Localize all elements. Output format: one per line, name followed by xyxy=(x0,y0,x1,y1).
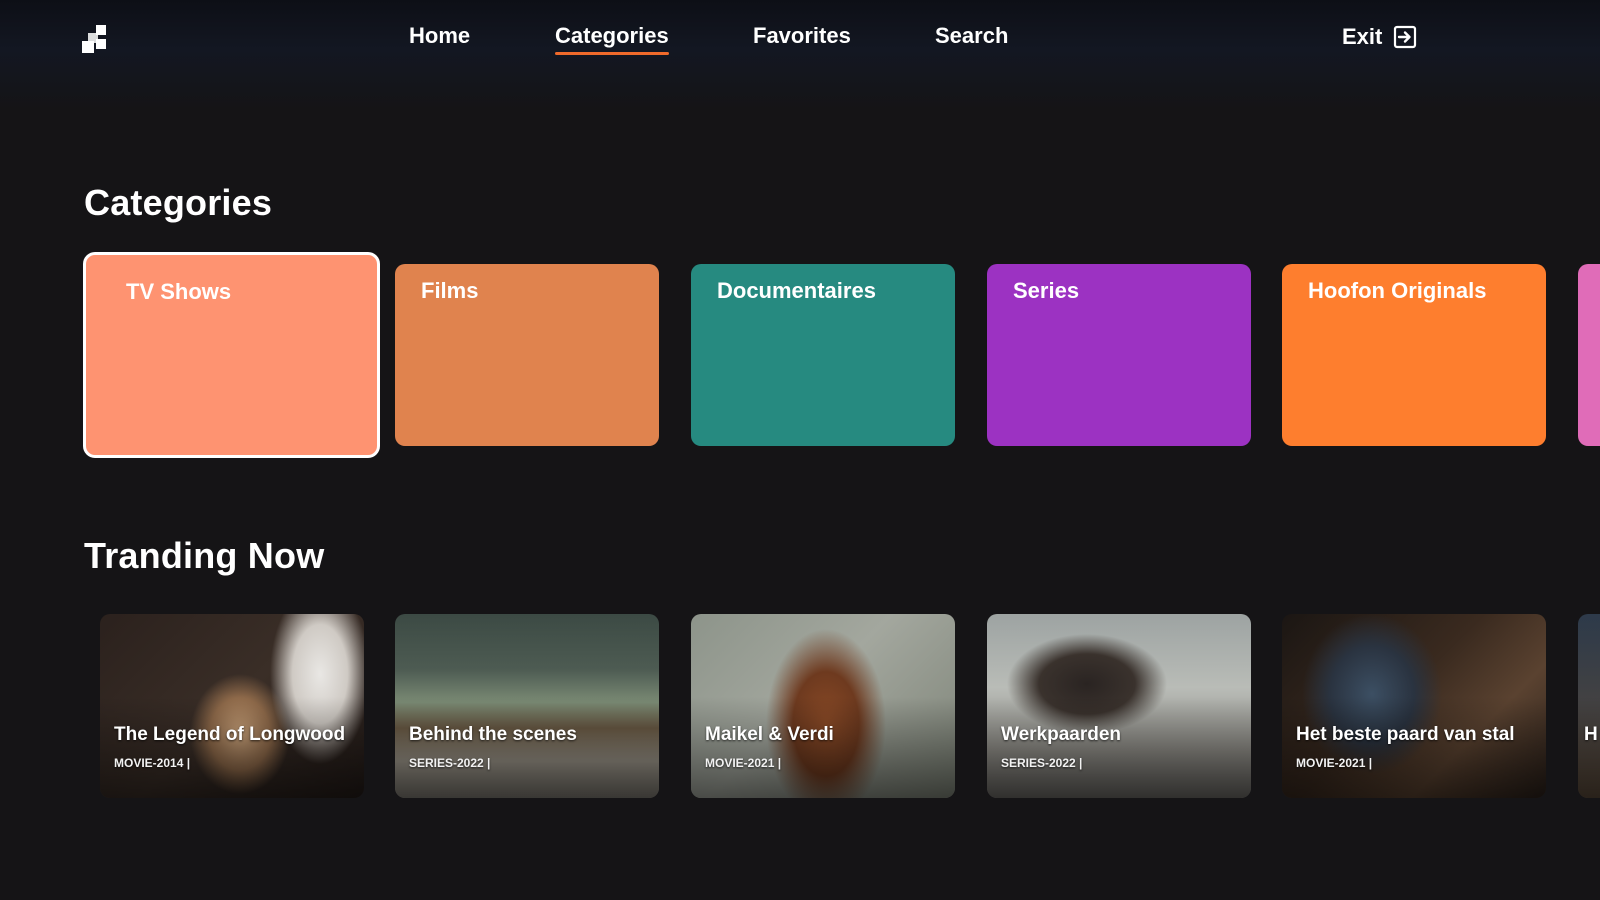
trending-heading: Tranding Now xyxy=(84,535,325,576)
thumbnail-shade xyxy=(1578,614,1600,798)
thumbnail-shade xyxy=(691,614,955,798)
category-card-films[interactable]: Films xyxy=(395,264,659,446)
category-label: TV Shows xyxy=(126,279,232,304)
category-label: Films xyxy=(421,278,479,303)
trending-title: Werkpaarden xyxy=(1001,724,1122,745)
nav-item-favorites[interactable]: Favorites xyxy=(753,22,851,50)
trending-card[interactable]: Het beste paard van stal MOVIE-2021 | xyxy=(1282,614,1546,798)
category-card-documentaires[interactable]: Documentaires xyxy=(691,264,955,446)
category-card-partial[interactable] xyxy=(1578,264,1600,446)
top-navigation-bar: Home Categories Favorites Search Exit xyxy=(0,0,1600,110)
trending-title: H xyxy=(1584,724,1598,745)
category-card-hoofon-originals[interactable]: Hoofon Originals xyxy=(1282,264,1546,446)
category-label: Hoofon Originals xyxy=(1308,278,1487,303)
category-card-tv-shows[interactable]: TV Shows xyxy=(83,252,380,458)
thumbnail-shade xyxy=(987,614,1251,798)
thumbnail-shade xyxy=(395,614,659,798)
category-label: Documentaires xyxy=(717,278,876,303)
exit-button[interactable]: Exit xyxy=(1342,24,1418,50)
trending-meta: MOVIE-2014 | xyxy=(114,756,191,770)
trending-meta: MOVIE-2021 | xyxy=(1296,756,1373,770)
category-card-series[interactable]: Series xyxy=(987,264,1251,446)
trending-card[interactable]: Werkpaarden SERIES-2022 | xyxy=(987,614,1251,798)
trending-card[interactable]: Behind the scenes SERIES-2022 | xyxy=(395,614,659,798)
thumbnail-shade xyxy=(1282,614,1546,798)
trending-meta: MOVIE-2021 | xyxy=(705,756,782,770)
thumbnail-shade xyxy=(100,614,364,798)
trending-meta: SERIES-2022 | xyxy=(409,756,491,770)
trending-title: Het beste paard van stal xyxy=(1296,724,1515,745)
nav-item-search[interactable]: Search xyxy=(935,22,1008,50)
trending-title: Behind the scenes xyxy=(409,724,577,745)
categories-heading: Categories xyxy=(84,182,273,223)
trending-title: The Legend of Longwood xyxy=(114,724,346,745)
trending-card[interactable]: The Legend of Longwood MOVIE-2014 | xyxy=(100,614,364,798)
trending-meta: SERIES-2022 | xyxy=(1001,756,1083,770)
exit-label: Exit xyxy=(1342,24,1383,49)
nav-item-categories[interactable]: Categories xyxy=(555,22,669,55)
trending-card-partial[interactable]: H xyxy=(1578,614,1600,798)
trending-card[interactable]: Maikel & Verdi MOVIE-2021 | xyxy=(691,614,955,798)
category-label: Series xyxy=(1013,278,1080,303)
exit-arrow-icon xyxy=(1394,25,1417,49)
nav-item-home[interactable]: Home xyxy=(409,22,470,50)
trending-title: Maikel & Verdi xyxy=(705,724,834,745)
